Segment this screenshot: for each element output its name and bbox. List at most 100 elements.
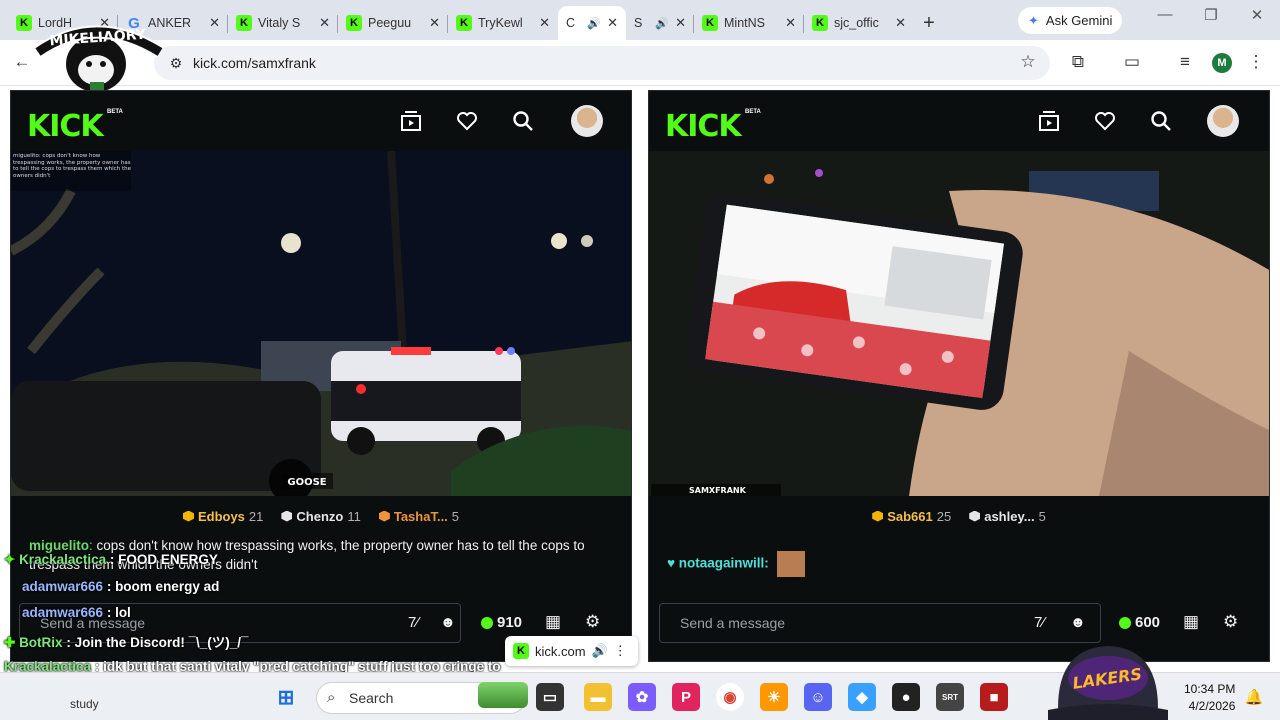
system-clock[interactable]: 10:34 PM 4/2/2026	[1184, 681, 1235, 715]
tab-6[interactable]: S 🔊 ✕	[626, 6, 694, 40]
close-icon[interactable]: ✕	[539, 15, 550, 31]
chat-username[interactable]: miguelito	[29, 538, 89, 553]
mikeliaory-logo: MIKELIAORY	[34, 25, 164, 94]
tab-4[interactable]: K TryKewl ✕	[448, 6, 558, 40]
url-text[interactable]: kick.com/samxfrank	[193, 55, 316, 71]
top-chatter[interactable]: Edboys 21	[182, 508, 264, 524]
tab-hover-card[interactable]: K kick.com 🔊 ⋮	[505, 636, 638, 666]
following-icon[interactable]	[399, 109, 423, 133]
search-icon[interactable]	[511, 109, 535, 133]
menu-dots-icon[interactable]: ⋮	[1244, 52, 1268, 72]
emoji-icon[interactable]: ☻	[1070, 614, 1086, 631]
overlay-badge-icon: ✦	[4, 552, 20, 567]
overlay-text: lol	[115, 605, 131, 620]
overlay-username: Krackalactica	[19, 552, 107, 567]
kick-logo[interactable]: KICK	[27, 109, 104, 144]
user-avatar[interactable]	[1207, 105, 1239, 137]
translate-icon[interactable]: 7⁄	[1034, 614, 1045, 631]
app-icon[interactable]: ◆	[848, 683, 876, 711]
kick-logo[interactable]: KICK	[665, 109, 742, 144]
store-icon[interactable]: ▦	[1183, 612, 1199, 632]
app-red-icon[interactable]: ■	[980, 683, 1008, 711]
close-icon[interactable]: ✕	[319, 15, 330, 31]
settings-gear-icon[interactable]: ⚙	[1223, 612, 1238, 632]
close-icon[interactable]: ✕	[675, 15, 686, 31]
brightness-icon[interactable]: ☀	[760, 683, 788, 711]
cast-icon[interactable]: ▭	[1120, 52, 1144, 72]
svg-text:MIKELIAORY: MIKELIAORY	[49, 27, 147, 50]
settings-gear-icon[interactable]: ⚙	[585, 612, 600, 632]
speaker-icon[interactable]: 🔊	[592, 643, 608, 659]
channel-points[interactable]: 910	[481, 614, 522, 631]
send-message-input[interactable]: Send a message 7⁄ ☻	[659, 603, 1101, 643]
bookmark-star-icon[interactable]: ☆	[1016, 52, 1040, 72]
profile-avatar[interactable]: M	[1212, 53, 1232, 73]
back-arrow-icon[interactable]: ←	[10, 52, 34, 72]
speaker-icon[interactable]: 🔊	[587, 17, 601, 30]
stream-video[interactable]: GOOSE miguelito: cops don't know how tre…	[11, 151, 631, 496]
gold-badge-icon	[182, 510, 194, 522]
weather-widget-icon[interactable]	[478, 682, 528, 708]
extensions-icon[interactable]: ⧉	[1066, 52, 1090, 72]
user-avatar[interactable]	[571, 105, 603, 137]
obs-icon[interactable]: ●	[892, 683, 920, 711]
tab-title: S	[634, 16, 643, 30]
site-info-icon[interactable]: ⚙	[164, 55, 188, 72]
close-icon[interactable]: ✕	[607, 15, 618, 31]
overlay-text: FOOD ENERGY	[118, 552, 218, 567]
translate-icon[interactable]: 7⁄	[408, 614, 419, 631]
chatter-count: 21	[248, 508, 264, 524]
chatter-count: 25	[936, 508, 952, 524]
tab-title: Peeguu	[368, 16, 412, 30]
white-badge-icon	[281, 510, 293, 522]
tab-title: sjc_offic	[834, 16, 879, 30]
media-control-icon[interactable]: ≡	[1173, 52, 1197, 72]
chat-area: ♥ notaagainwill:	[649, 536, 1269, 596]
close-window-button[interactable]: ✕	[1234, 6, 1280, 24]
chrome-icon[interactable]: ◉	[716, 683, 744, 711]
tab-2[interactable]: K Vitaly S ✕	[228, 6, 338, 40]
search-icon[interactable]	[1149, 109, 1173, 133]
chat-username[interactable]: notaagainwill:	[679, 556, 769, 571]
task-view-icon[interactable]: ▭	[536, 683, 564, 711]
tab-5[interactable]: C 🔊 ✕	[558, 6, 626, 40]
notification-bell-icon[interactable]: 🔔	[1240, 683, 1268, 711]
close-icon[interactable]: ✕	[785, 15, 796, 31]
srt-icon[interactable]: SRT	[936, 683, 964, 711]
discord-icon[interactable]: ☺	[804, 683, 832, 711]
tab-8[interactable]: Ksjc_offic ✕	[804, 6, 914, 40]
menu-dots-icon[interactable]: ⋮	[614, 643, 627, 659]
copilot-icon[interactable]: ✿	[628, 683, 656, 711]
kick-icon: K	[236, 15, 252, 31]
gold-badge-icon	[872, 510, 884, 522]
overlay-username: adamwar666	[22, 605, 104, 620]
kick-pane-right: KICK BETA SAMXFRANK Sab661 25 ashley... …	[648, 90, 1270, 662]
speaker-icon[interactable]: 🔊	[655, 17, 669, 30]
pwa-icon[interactable]: P	[672, 683, 700, 711]
overlay-text: Join the Discord! ¯\_(ツ)_/¯	[74, 635, 249, 650]
heart-icon[interactable]	[1093, 109, 1117, 133]
top-chatter[interactable]: Chenzo 11	[281, 509, 361, 524]
close-icon[interactable]: ✕	[429, 15, 440, 31]
windows-start-icon[interactable]: ⊞	[272, 683, 300, 711]
close-icon[interactable]: ✕	[209, 15, 220, 31]
top-chatter[interactable]: TashaT... 5	[378, 509, 459, 524]
emoji-icon[interactable]: ☻	[440, 614, 456, 631]
following-icon[interactable]	[1037, 109, 1061, 133]
ask-gemini-button[interactable]: ✦ Ask Gemini	[1018, 7, 1123, 34]
tab-7[interactable]: K MintNS ✕	[694, 6, 804, 40]
close-icon[interactable]: ✕	[895, 15, 906, 31]
file-explorer-icon[interactable]: ▬	[584, 683, 612, 711]
channel-points[interactable]: 600	[1119, 614, 1160, 631]
stream-video[interactable]: SAMXFRANK	[649, 151, 1269, 496]
restore-button[interactable]: ❐	[1188, 6, 1234, 24]
top-chatter[interactable]: Sab661 25	[872, 509, 951, 524]
minimize-button[interactable]: —	[1142, 6, 1188, 23]
beta-badge: BETA	[107, 109, 123, 115]
top-chatter[interactable]: ashley... 5	[969, 509, 1046, 524]
heart-icon[interactable]	[455, 109, 479, 133]
new-tab-button[interactable]: +	[914, 6, 944, 40]
store-icon[interactable]: ▦	[545, 612, 561, 632]
orange-badge-icon	[378, 510, 390, 522]
tab-3[interactable]: K Peeguu ✕	[338, 6, 448, 40]
